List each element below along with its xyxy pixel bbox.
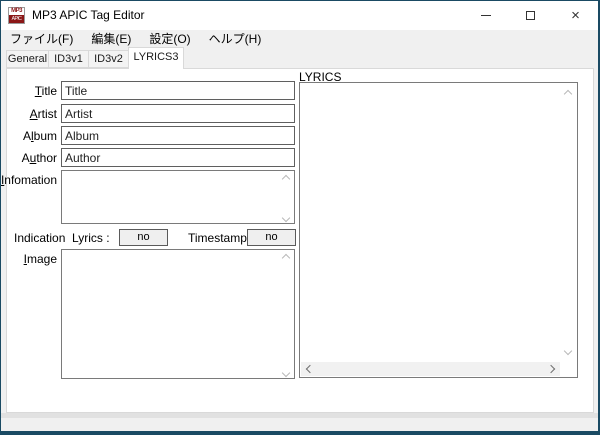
indication-timestamp-label: Timestamp : [188, 231, 254, 245]
artist-input[interactable] [61, 104, 295, 123]
menu-help[interactable]: ヘルプ(H) [200, 30, 271, 48]
album-input[interactable] [61, 126, 295, 145]
lyrics-scroll-right-icon [547, 365, 555, 373]
tab-general[interactable]: General [6, 50, 49, 68]
lyrics-horizontal-scrollbar[interactable] [301, 362, 560, 376]
menu-edit[interactable]: 編集(E) [82, 30, 140, 48]
image-label: Image [24, 252, 57, 266]
window-title: MP3 APIC Tag Editor [32, 1, 145, 30]
indication-lyrics-label: Lyrics : [72, 231, 110, 245]
tab-lyrics3[interactable]: LYRICS3 [128, 47, 184, 69]
infomation-label: Infomation [1, 173, 57, 187]
app-icon-text-top: MP3 [9, 8, 24, 15]
indication-lyrics-button[interactable]: no [119, 229, 168, 246]
lyrics-vertical-scrollbar[interactable] [561, 83, 577, 361]
app-icon-text-bottom: APIC [9, 15, 24, 23]
artist-label: Artist [30, 107, 57, 121]
maximize-icon [526, 11, 535, 20]
indication-timestamp-button[interactable]: no [247, 229, 296, 246]
lyrics-scroll-down-icon [564, 347, 572, 355]
tab-id3v1[interactable]: ID3v1 [48, 50, 89, 68]
minimize-icon [481, 15, 491, 16]
infomation-textarea[interactable] [61, 170, 295, 224]
author-label: Author [22, 151, 57, 165]
album-label: Album [23, 129, 57, 143]
window-controls: × [463, 1, 598, 30]
title-bar: MP3 APIC MP3 APIC Tag Editor × [1, 1, 598, 30]
menu-settings[interactable]: 設定(O) [140, 30, 199, 48]
close-button[interactable]: × [553, 1, 598, 30]
app-window: MP3 APIC MP3 APIC Tag Editor × ファイル(F) 編… [0, 0, 600, 435]
title-input[interactable] [61, 81, 295, 100]
menu-bar: ファイル(F) 編集(E) 設定(O) ヘルプ(H) [1, 30, 598, 48]
image-textarea[interactable] [61, 249, 295, 379]
indication-label: Indication [14, 231, 65, 245]
maximize-button[interactable] [508, 1, 553, 30]
author-input[interactable] [61, 148, 295, 167]
bottom-band [1, 413, 598, 418]
lyrics-textarea[interactable] [300, 83, 561, 361]
minimize-button[interactable] [463, 1, 508, 30]
lyrics-scroll-left-icon [306, 365, 314, 373]
lyrics3-tab-page: Title Artist Album Author Infomation Ind… [6, 68, 594, 413]
menu-file[interactable]: ファイル(F) [1, 30, 82, 48]
lyrics-scroll-up-icon [564, 90, 572, 98]
tab-id3v2[interactable]: ID3v2 [88, 50, 129, 68]
title-label: Title [35, 84, 57, 98]
app-icon: MP3 APIC [8, 7, 25, 24]
lyrics-box[interactable] [299, 82, 578, 378]
close-icon: × [571, 1, 580, 30]
